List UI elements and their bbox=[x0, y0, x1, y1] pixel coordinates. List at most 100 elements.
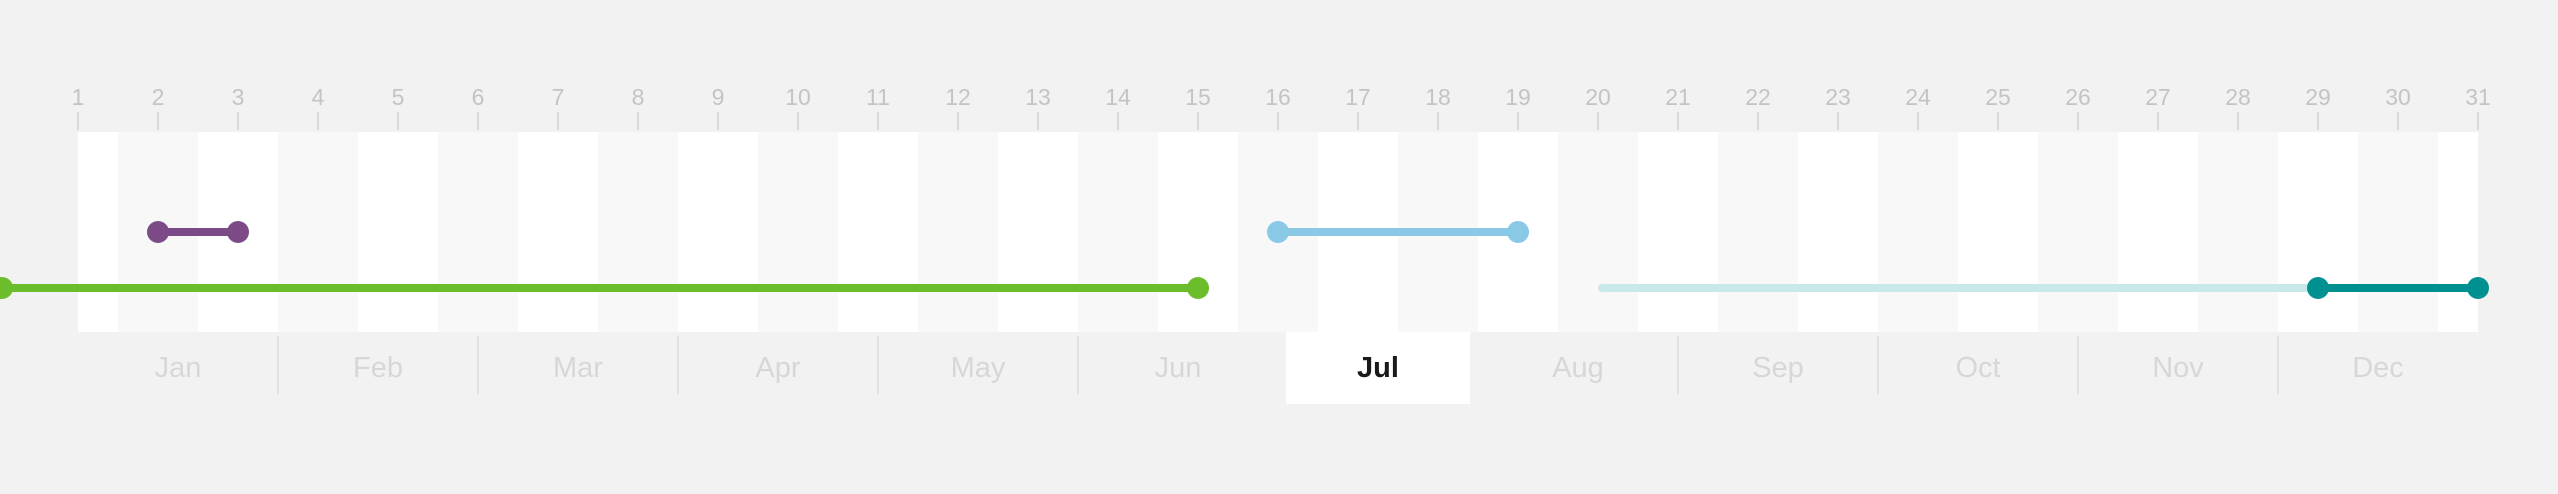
day-tick-14 bbox=[1117, 112, 1119, 130]
day-tick-4 bbox=[317, 112, 319, 130]
range-green-line[interactable] bbox=[2, 284, 1198, 292]
range-teal-end-handle[interactable] bbox=[2467, 277, 2489, 299]
day-label-26: 26 bbox=[2065, 84, 2091, 110]
month-mar[interactable]: Mar bbox=[486, 332, 670, 404]
range-green-start-handle[interactable] bbox=[0, 277, 13, 299]
range-purple-line[interactable] bbox=[158, 228, 238, 236]
day-label-15: 15 bbox=[1185, 84, 1211, 110]
month-separator bbox=[2077, 336, 2079, 394]
day-label-11: 11 bbox=[866, 84, 890, 110]
range-purple-start-handle[interactable] bbox=[147, 221, 169, 243]
day-label-3: 3 bbox=[231, 84, 245, 110]
day-label-8: 8 bbox=[631, 84, 645, 110]
range-pale-teal-line[interactable] bbox=[1598, 284, 2318, 292]
day-tick-31 bbox=[2477, 112, 2479, 130]
day-stripe bbox=[438, 132, 518, 332]
day-tick-5 bbox=[397, 112, 399, 130]
day-stripe bbox=[598, 132, 678, 332]
day-stripe bbox=[278, 132, 358, 332]
range-light-blue-start-handle[interactable] bbox=[1267, 221, 1289, 243]
month-separator bbox=[477, 336, 479, 394]
day-tick-13 bbox=[1037, 112, 1039, 130]
range-green-end-handle[interactable] bbox=[1187, 277, 1209, 299]
month-jan[interactable]: Jan bbox=[86, 332, 270, 404]
day-label-27: 27 bbox=[2145, 84, 2171, 110]
day-tick-30 bbox=[2397, 112, 2399, 130]
day-label-20: 20 bbox=[1585, 84, 1611, 110]
day-stripe bbox=[1878, 132, 1958, 332]
day-tick-17 bbox=[1357, 112, 1359, 130]
range-purple-end-handle[interactable] bbox=[227, 221, 249, 243]
timeline-widget: 1 2 3 4 5 6 7 8 9 10 11 12 13 14 15 16 17 18 19 20 21 22 23 24 2… bbox=[0, 0, 2558, 494]
month-jun[interactable]: Jun bbox=[1086, 332, 1270, 404]
day-label-19: 19 bbox=[1505, 84, 1531, 110]
day-tick-7 bbox=[557, 112, 559, 130]
day-tick-1 bbox=[77, 112, 79, 130]
month-nov[interactable]: Nov bbox=[2086, 332, 2270, 404]
day-stripe bbox=[2358, 132, 2438, 332]
month-separator bbox=[1877, 336, 1879, 394]
day-stripe bbox=[2198, 132, 2278, 332]
day-tick-20 bbox=[1597, 112, 1599, 130]
day-label-5: 5 bbox=[391, 84, 405, 110]
day-label-21: 21 bbox=[1665, 84, 1691, 110]
month-sep[interactable]: Sep bbox=[1686, 332, 1870, 404]
month-aug[interactable]: Aug bbox=[1486, 332, 1670, 404]
range-light-blue-line[interactable] bbox=[1278, 228, 1518, 236]
month-apr[interactable]: Apr bbox=[686, 332, 870, 404]
day-stripe bbox=[918, 132, 998, 332]
day-label-31: 31 bbox=[2465, 84, 2491, 110]
month-feb[interactable]: Feb bbox=[286, 332, 470, 404]
month-separator bbox=[877, 336, 879, 394]
range-teal-line[interactable] bbox=[2318, 284, 2478, 292]
day-tick-28 bbox=[2237, 112, 2239, 130]
month-dec[interactable]: Dec bbox=[2286, 332, 2470, 404]
day-label-2: 2 bbox=[151, 84, 165, 110]
range-light-blue-end-handle[interactable] bbox=[1507, 221, 1529, 243]
day-label-29: 29 bbox=[2305, 84, 2331, 110]
month-separator bbox=[1077, 336, 1079, 394]
day-label-23: 23 bbox=[1825, 84, 1851, 110]
day-stripe bbox=[1078, 132, 1158, 332]
month-separator bbox=[277, 336, 279, 394]
month-jul[interactable]: Jul bbox=[1286, 332, 1470, 404]
day-tick-10 bbox=[797, 112, 799, 130]
range-teal-start-handle[interactable] bbox=[2307, 277, 2329, 299]
day-stripe bbox=[1718, 132, 1798, 332]
month-separator bbox=[1677, 336, 1679, 394]
month-may[interactable]: May bbox=[886, 332, 1070, 404]
day-label-16: 16 bbox=[1265, 84, 1291, 110]
day-tick-9 bbox=[717, 112, 719, 130]
month-selector: Jan Feb Mar Apr May Jun Jul Aug Sep Oct Nov Dec bbox=[78, 332, 2478, 404]
day-label-14: 14 bbox=[1105, 84, 1131, 110]
day-label-17: 17 bbox=[1345, 84, 1371, 110]
day-label-25: 25 bbox=[1985, 84, 2011, 110]
day-tick-19 bbox=[1517, 112, 1519, 130]
month-separator bbox=[677, 336, 679, 394]
day-tick-3 bbox=[237, 112, 239, 130]
day-label-10: 10 bbox=[785, 84, 811, 110]
day-label-18: 18 bbox=[1425, 84, 1451, 110]
day-tick-23 bbox=[1837, 112, 1839, 130]
day-label-7: 7 bbox=[551, 84, 565, 110]
day-label-6: 6 bbox=[471, 84, 485, 110]
day-label-9: 9 bbox=[711, 84, 725, 110]
day-tick-26 bbox=[2077, 112, 2079, 130]
day-label-24: 24 bbox=[1905, 84, 1931, 110]
day-tick-15 bbox=[1197, 112, 1199, 130]
day-stripe bbox=[1558, 132, 1638, 332]
day-tick-24 bbox=[1917, 112, 1919, 130]
day-label-13: 13 bbox=[1025, 84, 1051, 110]
day-label-12: 12 bbox=[945, 84, 971, 110]
month-oct[interactable]: Oct bbox=[1886, 332, 2070, 404]
day-tick-11 bbox=[877, 112, 879, 130]
day-tick-16 bbox=[1277, 112, 1279, 130]
day-tick-6 bbox=[477, 112, 479, 130]
day-tick-27 bbox=[2157, 112, 2159, 130]
day-label-28: 28 bbox=[2225, 84, 2251, 110]
month-separator bbox=[2277, 336, 2279, 394]
day-label-1: 1 bbox=[71, 84, 85, 110]
day-tick-18 bbox=[1437, 112, 1439, 130]
day-tick-22 bbox=[1757, 112, 1759, 130]
day-tick-12 bbox=[957, 112, 959, 130]
